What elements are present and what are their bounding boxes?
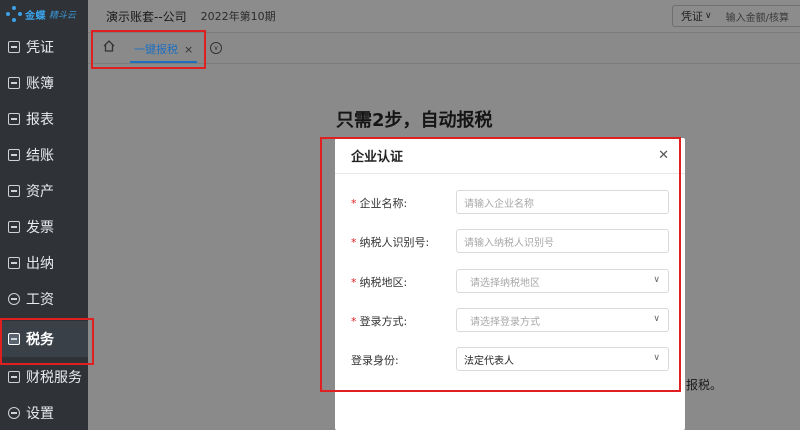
cashier-icon <box>8 257 20 269</box>
form-row-taxpayer-id: * 纳税人识别号: 请输入纳税人识别号 <box>335 229 685 255</box>
login-identity-label: 登录身份: <box>351 354 399 367</box>
sidebar-item-label: 资产 <box>26 184 54 200</box>
chevron-down-icon: ∨ <box>653 275 660 285</box>
taxpayer-id-input[interactable]: 请输入纳税人识别号 <box>456 229 669 253</box>
select-placeholder: 请选择纳税地区 <box>470 277 540 289</box>
sidebar-item-voucher[interactable]: 凭证 <box>0 29 88 65</box>
tax-region-select[interactable]: 请选择纳税地区 ∨ <box>456 269 669 293</box>
sidebar-item-label: 报表 <box>26 112 54 128</box>
close-icon[interactable]: × <box>184 43 193 56</box>
required-mark: * <box>351 315 357 328</box>
chevron-down-icon: ∨ <box>653 314 660 324</box>
company-name-input[interactable]: 请输入企业名称 <box>456 190 669 214</box>
app-logo[interactable]: 金蝶 精斗云 <box>6 6 76 22</box>
sidebar: 金蝶 精斗云 凭证 账簿 报表 结账 资产 发票 出纳 工资 税务 财税服务 设… <box>0 0 88 430</box>
sidebar-item-cashier[interactable]: 出纳 <box>0 245 88 281</box>
voucher-search[interactable]: 凭证 ∨ 输入金额/核算 <box>672 5 800 27</box>
login-method-label: * 登录方式: <box>351 313 407 329</box>
form-row-company-name: * 企业名称: 请输入企业名称 <box>335 190 685 216</box>
select-value: 法定代表人 <box>464 355 514 367</box>
tax-icon <box>8 333 20 345</box>
field-label: 企业名称: <box>359 197 408 210</box>
sidebar-item-payroll[interactable]: 工资 <box>0 281 88 317</box>
dialog-header: 企业认证 ✕ <box>335 138 685 174</box>
required-mark: * <box>351 236 357 249</box>
sidebar-item-label: 工资 <box>26 292 54 308</box>
required-mark: * <box>351 197 357 210</box>
close-icon[interactable]: ✕ <box>658 148 669 163</box>
enterprise-auth-dialog: 企业认证 ✕ * 企业名称: 请输入企业名称 * 纳税人识别号: 请输入纳税人识别号… <box>335 138 685 430</box>
sidebar-item-label: 账簿 <box>26 76 54 92</box>
tab-bar: 一键报税 × ∨ <box>88 32 800 64</box>
dialog-title: 企业认证 <box>351 150 404 165</box>
company-name[interactable]: 演示账套--公司 <box>106 8 187 25</box>
sidebar-item-tax-services[interactable]: 财税服务 <box>0 359 88 395</box>
field-label: 登录方式: <box>359 315 408 328</box>
sidebar-item-settings[interactable]: 设置 <box>0 395 88 430</box>
taxpayer-id-label: * 纳税人识别号: <box>351 234 429 250</box>
form-row-login-identity: 登录身份: 法定代表人 ∨ <box>335 347 685 373</box>
company-name-label: * 企业名称: <box>351 195 407 211</box>
logo-icon <box>6 6 22 22</box>
login-method-select[interactable]: 请选择登录方式 ∨ <box>456 308 669 332</box>
sidebar-item-label: 财税服务 <box>26 370 82 386</box>
sidebar-item-label: 设置 <box>26 406 54 422</box>
required-mark: * <box>351 276 357 289</box>
sidebar-item-label: 凭证 <box>26 40 54 56</box>
assets-icon <box>8 185 20 197</box>
home-icon[interactable] <box>102 39 120 57</box>
sidebar-item-ledger[interactable]: 账簿 <box>0 65 88 101</box>
top-bar: 演示账套--公司 2022年第10期 凭证 ∨ 输入金额/核算 <box>88 0 800 32</box>
form-row-tax-region: * 纳税地区: 请选择纳税地区 ∨ <box>335 269 685 295</box>
accounting-period: 2022年第10期 <box>200 10 276 23</box>
sidebar-item-assets[interactable]: 资产 <box>0 173 88 209</box>
select-placeholder: 请选择登录方式 <box>470 316 540 328</box>
sidebar-item-label: 税务 <box>26 332 54 348</box>
report-icon <box>8 113 20 125</box>
ledger-icon <box>8 77 20 89</box>
tax-services-icon <box>8 371 20 383</box>
voucher-type-select[interactable]: 凭证 <box>681 8 703 24</box>
sidebar-item-label: 结账 <box>26 148 54 164</box>
sidebar-item-label: 出纳 <box>26 256 54 272</box>
page-title: 只需2步，自动报税 <box>336 110 493 131</box>
chevron-down-icon: ∨ <box>705 11 712 21</box>
tax-region-label: * 纳税地区: <box>351 274 407 290</box>
chevron-down-icon: ∨ <box>653 353 660 363</box>
invoice-icon <box>8 221 20 233</box>
sidebar-item-invoice[interactable]: 发票 <box>0 209 88 245</box>
tab-label: 一键报税 <box>134 43 178 56</box>
logo-name: 金蝶 <box>25 10 46 22</box>
voucher-icon <box>8 41 20 53</box>
closing-icon <box>8 149 20 161</box>
gear-icon <box>8 407 20 419</box>
sidebar-item-label: 发票 <box>26 220 54 236</box>
login-identity-select[interactable]: 法定代表人 ∨ <box>456 347 669 371</box>
yen-icon <box>8 293 20 305</box>
sidebar-item-reports[interactable]: 报表 <box>0 101 88 137</box>
background-text: 报税。 <box>686 378 723 392</box>
field-label: 纳税人识别号: <box>359 236 430 249</box>
field-label: 纳税地区: <box>359 276 408 289</box>
logo-sub: 精斗云 <box>49 10 77 21</box>
sidebar-item-tax[interactable]: 税务 <box>0 321 88 357</box>
amount-search-input[interactable]: 输入金额/核算 <box>726 9 789 24</box>
form-row-login-method: * 登录方式: 请选择登录方式 ∨ <box>335 308 685 334</box>
tab-more-icon[interactable]: ∨ <box>210 42 222 54</box>
sidebar-item-closing[interactable]: 结账 <box>0 137 88 173</box>
tab-one-click-tax[interactable]: 一键报税 × <box>130 37 198 63</box>
